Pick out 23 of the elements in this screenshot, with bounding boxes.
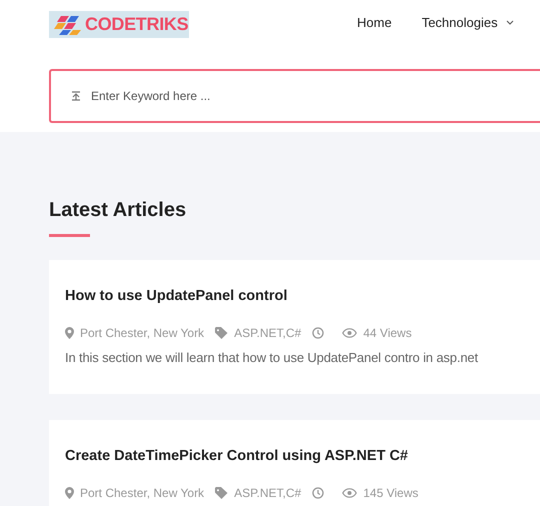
article-summary: In this section we will learn that how to use UpdatePanel contro in asp.net (65, 350, 479, 365)
tags-text: ASP.NET,C# (234, 326, 302, 340)
location-text: Port Chester, New York (80, 486, 204, 500)
logo-icon (53, 14, 83, 36)
tags-text: ASP.NET,C# (234, 486, 302, 500)
tag-icon (215, 487, 228, 499)
location-pin-icon (65, 487, 74, 499)
location-text: Port Chester, New York (80, 326, 204, 340)
nav-link[interactable]: Home (357, 14, 392, 30)
section-title: Latest Articles (49, 198, 188, 222)
location-pin-icon (65, 327, 74, 339)
search-field[interactable]: Enter Keyword here ... (49, 69, 540, 123)
clock-icon (312, 327, 324, 339)
eye-icon (342, 328, 358, 338)
article-title[interactable]: How to use UpdatePanel control (65, 287, 524, 305)
views-count: 145 Views (363, 486, 418, 500)
nav-link[interactable]: Technologies (422, 14, 514, 30)
clock-icon (312, 487, 324, 499)
eye-icon (342, 488, 358, 498)
tag-icon (215, 327, 228, 339)
caret-icon (506, 20, 514, 24)
article-title[interactable]: Create DateTimePicker Control using ASP.NET C# (65, 447, 524, 465)
views-count: 44 Views (363, 326, 412, 340)
